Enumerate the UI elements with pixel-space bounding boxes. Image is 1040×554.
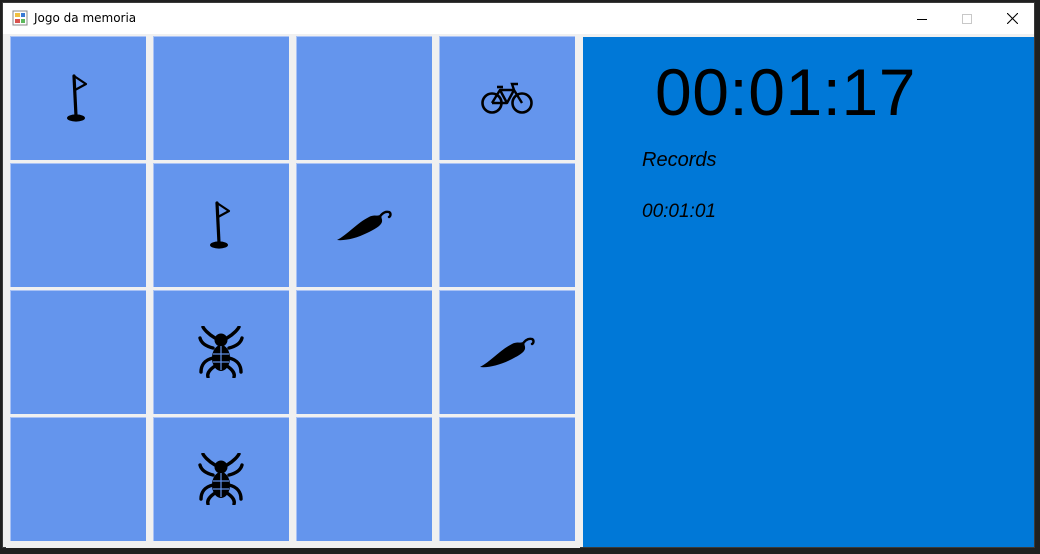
info-panel: 00:01:17 Records 00:01:01 bbox=[583, 37, 1034, 547]
memory-card[interactable] bbox=[153, 290, 289, 414]
spider-icon bbox=[198, 453, 244, 505]
maximize-icon bbox=[962, 13, 972, 24]
minimize-button[interactable] bbox=[899, 3, 945, 34]
spider-icon bbox=[198, 326, 244, 378]
memory-card[interactable] bbox=[10, 36, 146, 160]
memory-card[interactable] bbox=[153, 417, 289, 541]
bicycle-icon bbox=[481, 81, 533, 115]
records-title: Records bbox=[642, 149, 717, 171]
close-button[interactable] bbox=[989, 3, 1035, 34]
minimize-icon bbox=[917, 18, 927, 20]
memory-card[interactable] bbox=[10, 417, 146, 541]
record-item: 00:01:01 bbox=[642, 201, 716, 222]
memory-card[interactable] bbox=[10, 163, 146, 287]
memory-card[interactable] bbox=[296, 36, 432, 160]
close-icon bbox=[1006, 13, 1018, 24]
memory-card[interactable] bbox=[439, 290, 575, 414]
memory-card[interactable] bbox=[296, 163, 432, 287]
memory-card[interactable] bbox=[153, 163, 289, 287]
golf-flag-icon bbox=[65, 72, 91, 124]
app-icon bbox=[12, 10, 28, 26]
memory-board bbox=[6, 34, 580, 548]
memory-card[interactable] bbox=[296, 417, 432, 541]
memory-card[interactable] bbox=[10, 290, 146, 414]
chili-pepper-icon bbox=[335, 207, 393, 243]
maximize-button[interactable] bbox=[944, 3, 990, 34]
golf-flag-icon bbox=[208, 199, 234, 251]
chili-pepper-icon bbox=[478, 334, 536, 370]
title-bar[interactable]: Jogo da memoria bbox=[3, 3, 1034, 35]
memory-card[interactable] bbox=[439, 36, 575, 160]
window-title: Jogo da memoria bbox=[34, 11, 137, 25]
memory-card[interactable] bbox=[296, 290, 432, 414]
memory-card[interactable] bbox=[439, 417, 575, 541]
app-window: Jogo da memoria 00:01:17 Records 00:01:0… bbox=[2, 2, 1035, 548]
memory-card[interactable] bbox=[153, 36, 289, 160]
memory-card[interactable] bbox=[439, 163, 575, 287]
elapsed-timer: 00:01:17 bbox=[655, 55, 916, 129]
